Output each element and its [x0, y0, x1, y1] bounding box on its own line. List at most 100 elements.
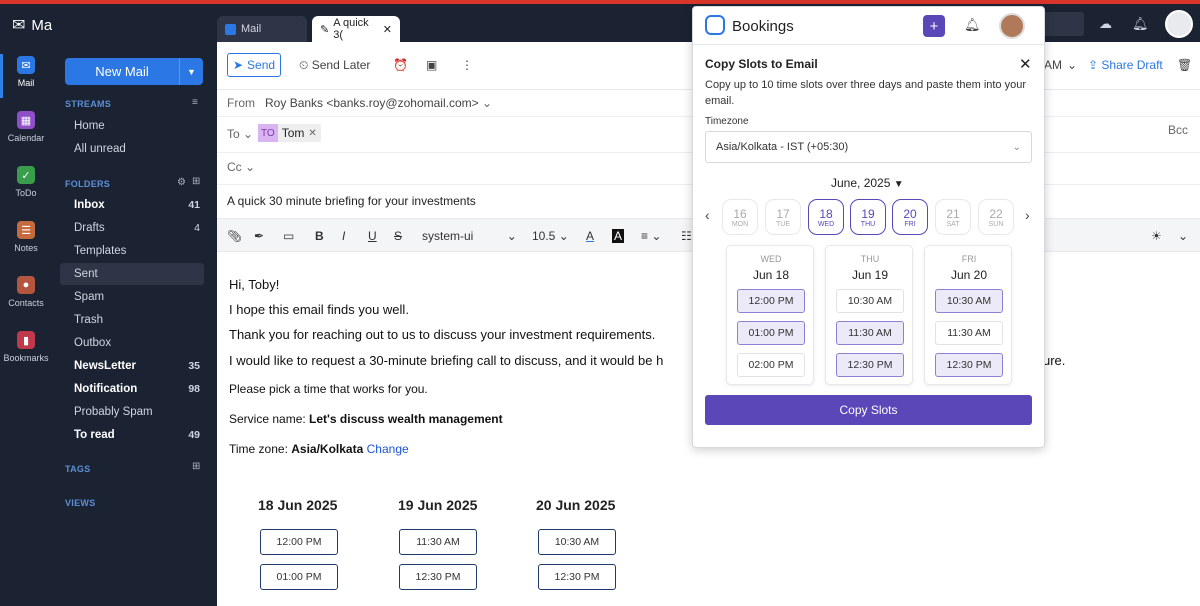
chevron-down-icon[interactable]: ▼ [179, 58, 203, 85]
bold-icon[interactable]: B [315, 229, 324, 243]
gear-icon[interactable]: ⚙ [177, 177, 186, 188]
underline-icon[interactable]: U [368, 229, 377, 243]
day-20[interactable]: 20 FRI [892, 199, 928, 235]
time-slot[interactable]: 02:00 PM [737, 353, 805, 377]
slot-button[interactable]: 12:00 PM [260, 529, 338, 555]
close-tab-icon[interactable]: ✕ [383, 23, 392, 36]
add-tag-icon[interactable]: ⊞ [192, 461, 200, 472]
time-slot[interactable]: 10:30 AM [935, 289, 1003, 313]
italic-icon[interactable]: I [342, 229, 345, 243]
bell-icon[interactable]: 🔔︎ [964, 17, 981, 33]
folder-icon[interactable]: ▭ [283, 229, 294, 243]
sidebar-item-all-unread[interactable]: All unread [60, 138, 204, 160]
rail-item-contacts[interactable]: ● Contacts [0, 270, 52, 322]
send-later-button[interactable]: ⏲ Send Later [299, 58, 370, 73]
pen-icon[interactable]: ✒ [254, 229, 264, 243]
prev-week-icon[interactable]: ‹ [705, 207, 710, 223]
cc-label[interactable]: Cc ⌄ [227, 160, 255, 174]
day-19[interactable]: 19 THU [850, 199, 886, 235]
from-field[interactable]: From Roy Banks <banks.roy@zohomail.com> … [227, 96, 492, 110]
rail-item-bookmarks[interactable]: ▮ Bookmarks [0, 325, 52, 377]
highlight-color-icon[interactable]: A [612, 229, 625, 243]
new-mail-button[interactable]: New Mail ▼ [65, 58, 203, 85]
chevron-down-icon[interactable]: ⌄ [1067, 58, 1077, 72]
time-slot[interactable]: 12:00 PM [737, 289, 805, 313]
theme-icon[interactable]: ☀ [1151, 229, 1162, 243]
sidebar-item-inbox[interactable]: Inbox 41 [60, 194, 204, 216]
sidebar-item-drafts[interactable]: Drafts 4 [60, 217, 204, 239]
day-16[interactable]: 16 MON [722, 199, 758, 235]
to-label[interactable]: To ⌄ [227, 127, 253, 141]
text-color-icon[interactable]: A [586, 229, 594, 243]
nav-label: Sent [74, 268, 98, 280]
change-timezone-link[interactable]: Change [367, 442, 409, 456]
subject-field[interactable]: A quick 30 minute briefing for your inve… [227, 194, 476, 208]
user-avatar[interactable] [1165, 10, 1193, 38]
time-slot[interactable]: 12:30 PM [935, 353, 1003, 377]
more-options-icon[interactable]: ⋮ [461, 58, 473, 72]
time-slot[interactable]: 10:30 AM [836, 289, 904, 313]
send-button[interactable]: ➤ Send [227, 53, 281, 77]
add-folder-icon[interactable]: ⊞ [192, 176, 200, 187]
attach-icon[interactable]: 📎︎ [227, 229, 242, 243]
time-slot[interactable]: 11:30 AM [836, 321, 904, 345]
slot-button[interactable]: 11:30 AM [399, 529, 477, 555]
add-icon[interactable]: + [923, 15, 945, 37]
slot-button[interactable]: 12:30 PM [399, 564, 477, 590]
email-line: Please pick a time that works for you. [229, 382, 428, 396]
alarm-icon[interactable]: ⏰ [393, 58, 408, 72]
tab-mail[interactable]: Mail [217, 16, 307, 42]
list-icon[interactable]: ☷ [681, 229, 692, 243]
slot-button[interactable]: 01:00 PM [260, 564, 338, 590]
notification-bell-icon[interactable]: 🔔︎ [1132, 16, 1149, 32]
share-draft-button[interactable]: ⇪ Share Draft [1088, 58, 1163, 72]
day-22[interactable]: 22 SUN [978, 199, 1014, 235]
cloud-icon[interactable]: ☁ [1099, 16, 1112, 32]
align-icon[interactable]: ≡ ⌄ [641, 229, 661, 243]
tab-compose[interactable]: ✎ A quick 3(✕ [312, 16, 400, 42]
sidebar-item-sent[interactable]: Sent [60, 263, 204, 285]
time-slot[interactable]: 12:30 PM [836, 353, 904, 377]
sidebar-item-notification[interactable]: Notification 98 [60, 378, 204, 400]
sidebar-item-newsletter[interactable]: NewsLetter 35 [60, 355, 204, 377]
font-size-select[interactable]: 10.5 ⌄ [532, 229, 569, 243]
rail-item-notes[interactable]: ☰ Notes [0, 215, 52, 267]
chevron-down-icon[interactable]: ⌄ [1178, 229, 1188, 243]
next-week-icon[interactable]: › [1025, 207, 1030, 223]
sidebar-item-spam[interactable]: Spam [60, 286, 204, 308]
bookings-avatar[interactable] [999, 13, 1025, 39]
rail-label: Calendar [7, 133, 45, 143]
day-21[interactable]: 21 SAT [935, 199, 971, 235]
recipient-chip[interactable]: TO Tom ✕ [258, 124, 321, 142]
filter-icon[interactable]: ≡ [192, 97, 198, 108]
folders-title: FOLDERS [65, 179, 111, 189]
timezone-select[interactable]: Asia/Kolkata - IST (+05:30) ⌄ [705, 131, 1032, 163]
sidebar-item-outbox[interactable]: Outbox [60, 332, 204, 354]
month-picker[interactable]: June, 2025 ▼ [831, 176, 904, 190]
sidebar-item-probably-spam[interactable]: Probably Spam [60, 401, 204, 423]
rail-item-todo[interactable]: ✓ ToDo [0, 160, 52, 212]
search-box[interactable] [1042, 12, 1084, 36]
bcc-button[interactable]: Bcc [1168, 123, 1188, 137]
recipient-name: Tom [281, 126, 305, 140]
sidebar-item-templates[interactable]: Templates [60, 240, 204, 262]
rail-item-mail[interactable]: ✉ Mail [0, 50, 52, 102]
sidebar-item-home[interactable]: Home [60, 115, 204, 137]
slot-button[interactable]: 10:30 AM [538, 529, 616, 555]
copy-slots-button[interactable]: Copy Slots [705, 395, 1032, 425]
template-icon[interactable]: ▣ [426, 58, 437, 72]
from-value: Roy Banks <banks.roy@zohomail.com> [265, 96, 479, 110]
close-icon[interactable]: ✕ [1019, 55, 1032, 73]
day-18[interactable]: 18 WED [808, 199, 844, 235]
time-slot[interactable]: 01:00 PM [737, 321, 805, 345]
trash-icon[interactable]: 🗑︎ [1177, 58, 1192, 72]
font-family-select[interactable]: system-ui ⌄ [422, 229, 517, 243]
time-slot[interactable]: 11:30 AM [935, 321, 1003, 345]
day-17[interactable]: 17 TUE [765, 199, 801, 235]
rail-item-calendar[interactable]: ▦ Calendar [0, 105, 52, 157]
sidebar-item-trash[interactable]: Trash [60, 309, 204, 331]
sidebar-item-to-read[interactable]: To read 49 [60, 424, 204, 446]
strikethrough-icon[interactable]: S [394, 229, 402, 243]
slot-button[interactable]: 12:30 PM [538, 564, 616, 590]
remove-recipient-icon[interactable]: ✕ [308, 128, 316, 139]
